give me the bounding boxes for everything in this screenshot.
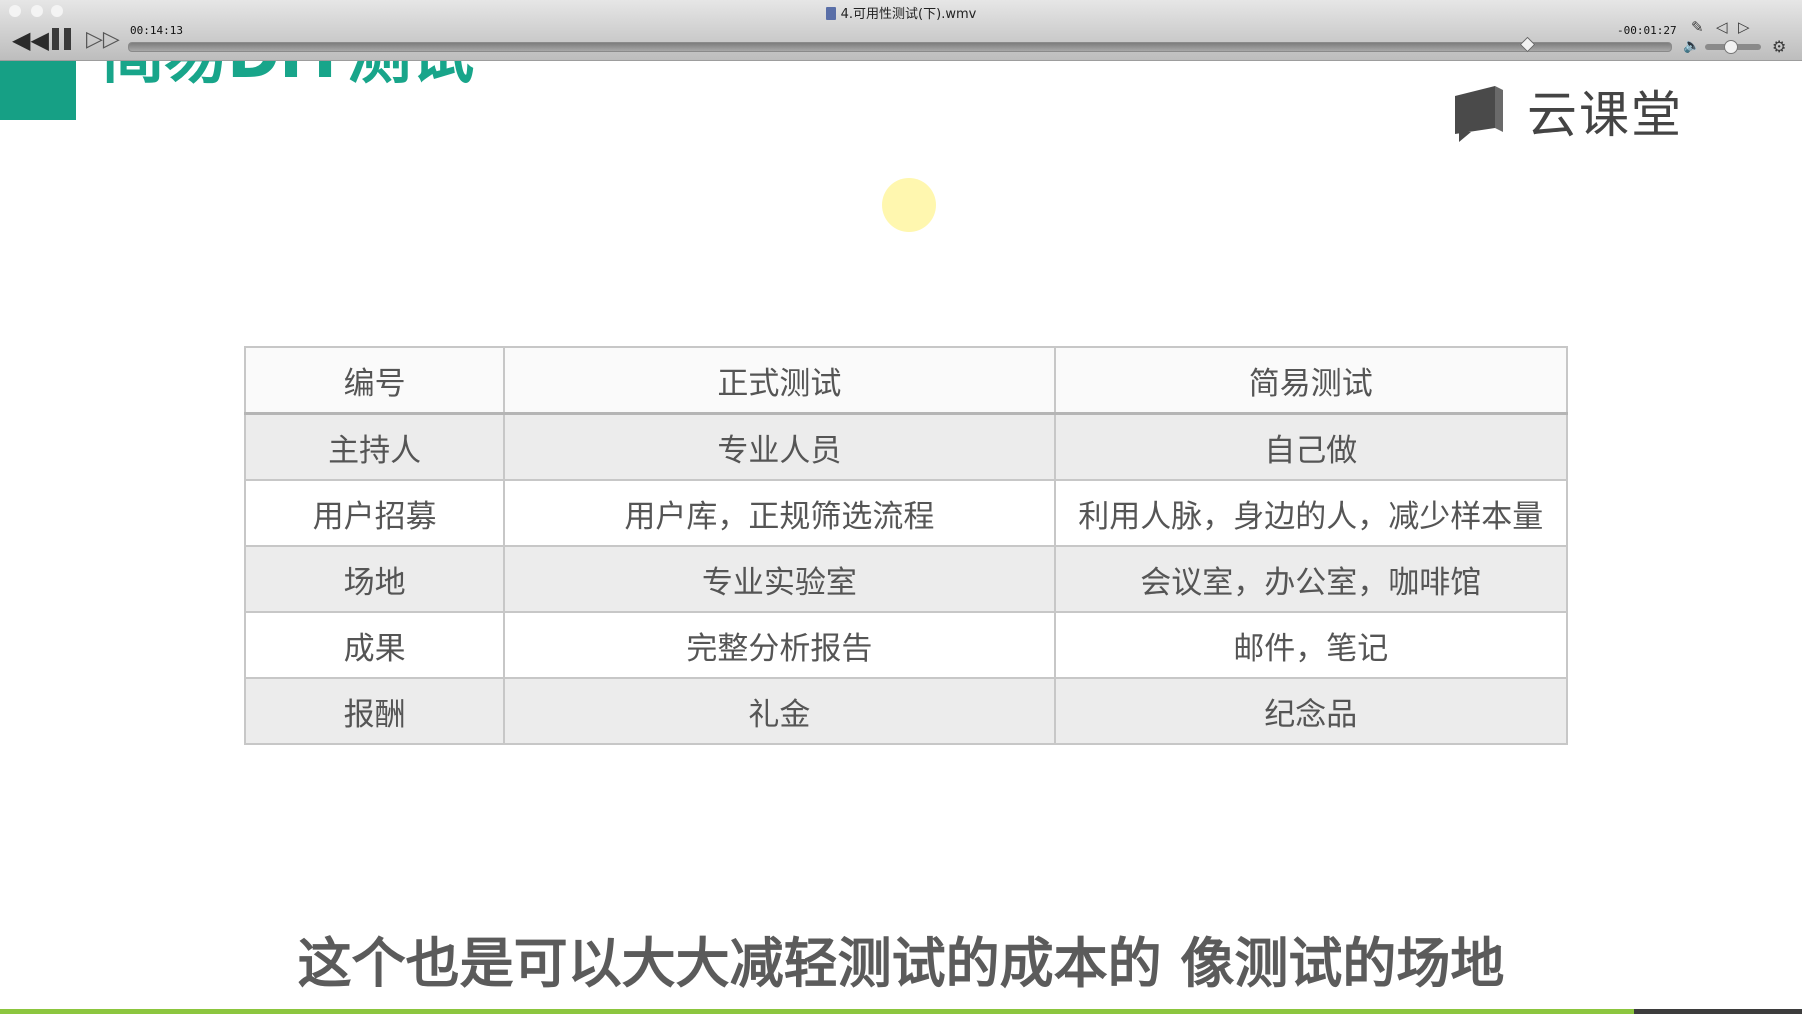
edit-icon[interactable]: ✎ xyxy=(1691,18,1704,36)
table-row: 主持人 专业人员 自己做 xyxy=(243,412,1569,481)
file-title-text: 4.可用性测试(下).wmv xyxy=(840,7,977,22)
video-file-icon xyxy=(825,7,836,20)
table-cell: 主持人 xyxy=(243,412,506,481)
table-row: 报酬 礼金 纪念品 xyxy=(243,677,1569,745)
table-cell: 成果 xyxy=(243,611,506,679)
table-header-cell: 编号 xyxy=(243,346,506,415)
table-cell: 邮件，笔记 xyxy=(1053,611,1569,679)
settings-icon[interactable]: ⚙ xyxy=(1772,37,1786,56)
table-cell: 用户库，正规筛选流程 xyxy=(503,479,1056,547)
video-subtitle: 这个也是可以大大减轻测试的成本的 像测试的场地 xyxy=(297,932,1505,995)
previous-icon[interactable]: ◁ xyxy=(1716,18,1728,36)
bottom-progress-bar xyxy=(0,1009,1802,1014)
time-elapsed: 00:14:13 xyxy=(130,24,183,37)
table-cell: 完整分析报告 xyxy=(503,611,1056,679)
table-cell: 场地 xyxy=(243,545,506,613)
volume-icon[interactable]: 🔈 xyxy=(1683,38,1700,54)
volume-knob[interactable] xyxy=(1724,40,1738,54)
table-cell: 专业实验室 xyxy=(503,545,1056,613)
cursor-highlight xyxy=(882,178,936,232)
yunketang-logo-icon xyxy=(1455,86,1503,142)
table-header-cell: 简易测试 xyxy=(1053,346,1569,415)
playback-scrubber[interactable] xyxy=(128,42,1672,52)
table-cell: 报酬 xyxy=(243,677,506,745)
table-cell: 礼金 xyxy=(503,677,1056,745)
pause-icon[interactable] xyxy=(51,28,73,50)
table-header-cell: 正式测试 xyxy=(503,346,1056,415)
table-cell: 会议室，办公室，咖啡馆 xyxy=(1053,545,1569,613)
comparison-table: 编号 正式测试 简易测试 主持人 专业人员 自己做 用户招募 用户库，正规筛选流… xyxy=(243,346,1569,745)
table-row: 成果 完整分析报告 邮件，笔记 xyxy=(243,611,1569,679)
logo-text: 云课堂 xyxy=(1527,86,1683,144)
next-icon[interactable]: ▷ xyxy=(1738,18,1750,36)
table-row: 场地 专业实验室 会议室，办公室，咖啡馆 xyxy=(243,545,1569,613)
table-header-row: 编号 正式测试 简易测试 xyxy=(243,346,1569,415)
table-cell: 纪念品 xyxy=(1053,677,1569,745)
player-titlebar: 4.可用性测试(下).wmv ◀◀ ▷▷ 00:14:13 -00:01:27 … xyxy=(0,0,1802,61)
table-cell: 专业人员 xyxy=(503,412,1056,481)
time-remaining: -00:01:27 xyxy=(1617,24,1677,37)
table-cell: 用户招募 xyxy=(243,479,506,547)
table-cell: 自己做 xyxy=(1053,412,1569,481)
table-row: 用户招募 用户库，正规筛选流程 利用人脉，身边的人，减少样本量 xyxy=(243,479,1569,547)
table-cell: 利用人脉，身边的人，减少样本量 xyxy=(1053,479,1569,547)
rewind-icon[interactable]: ◀◀ xyxy=(12,28,49,52)
fast-forward-icon[interactable]: ▷▷ xyxy=(86,29,120,51)
brand-block xyxy=(0,60,76,120)
file-title: 4.可用性测试(下).wmv xyxy=(0,3,1802,22)
bottom-progress-fill xyxy=(0,1009,1634,1014)
